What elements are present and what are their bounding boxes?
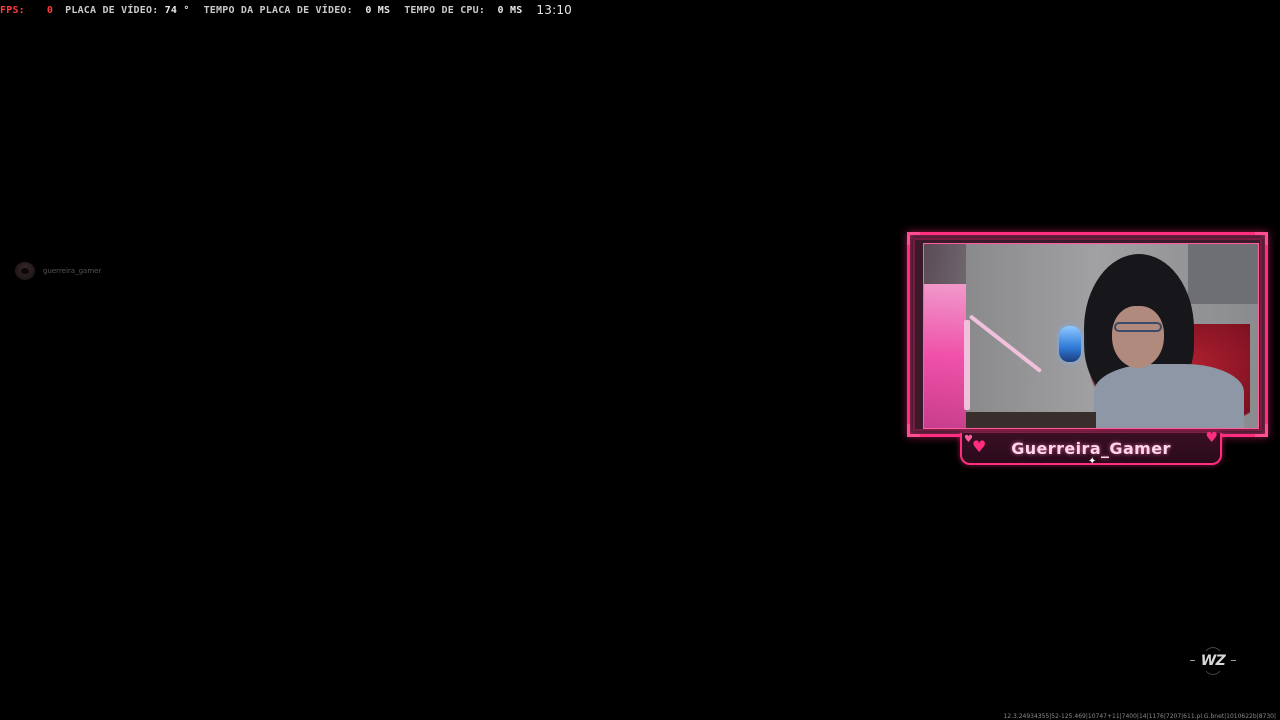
scene-microphone — [1059, 326, 1081, 362]
heart-icon: ♥ — [972, 437, 987, 456]
streamer-name: Guerreira_Gamer — [1011, 438, 1171, 458]
scene-window — [1188, 244, 1258, 304]
scene-person-glasses — [1114, 322, 1162, 332]
wz-logo: WZ — [1190, 647, 1236, 675]
fps-value: 0 — [46, 4, 54, 16]
performance-overlay: FPS: 0 PLACA DE VÍDEO: 74 ° TEMPO DA PLA… — [0, 3, 572, 17]
gpu-time-value: 0 MS — [365, 4, 391, 16]
scene-pink-light — [924, 284, 966, 428]
gpu-temp-label: PLACA DE VÍDEO: — [65, 4, 159, 16]
frame-corner — [907, 424, 920, 437]
scene-person-face — [1112, 306, 1164, 368]
user-avatar-icon — [15, 262, 35, 280]
gpu-time-label: TEMPO DA PLACA DE VÍDEO: — [203, 4, 353, 16]
build-version: 12.3.24934355|52-125.469|10747+11|7400|1… — [1003, 713, 1276, 720]
gpu-temp-value: 74 ° — [164, 4, 190, 16]
cpu-time-label: TEMPO DE CPU: — [404, 4, 486, 16]
cpu-time-value: 0 MS — [497, 4, 523, 16]
chat-user-tag: guerreira_gamer — [15, 262, 101, 280]
streamer-name-plate: ♥ ♥ Guerreira_Gamer ♥ ✦ — [960, 430, 1222, 467]
scene-mic-stand — [964, 320, 970, 410]
scene-desk — [966, 412, 1096, 428]
scene-person-shirt — [1094, 364, 1244, 428]
clock: 13:10 — [536, 3, 573, 17]
star-icon: ✦ — [1088, 456, 1097, 467]
heart-icon: ♥ — [1205, 430, 1218, 446]
frame-corner — [907, 232, 920, 245]
fps-label: FPS: — [0, 4, 25, 16]
webcam-frame — [907, 232, 1268, 437]
game-screen: FPS: 0 PLACA DE VÍDEO: 74 ° TEMPO DA PLA… — [0, 0, 1280, 720]
webcam-video — [923, 243, 1259, 429]
chat-username: guerreira_gamer — [43, 267, 102, 275]
